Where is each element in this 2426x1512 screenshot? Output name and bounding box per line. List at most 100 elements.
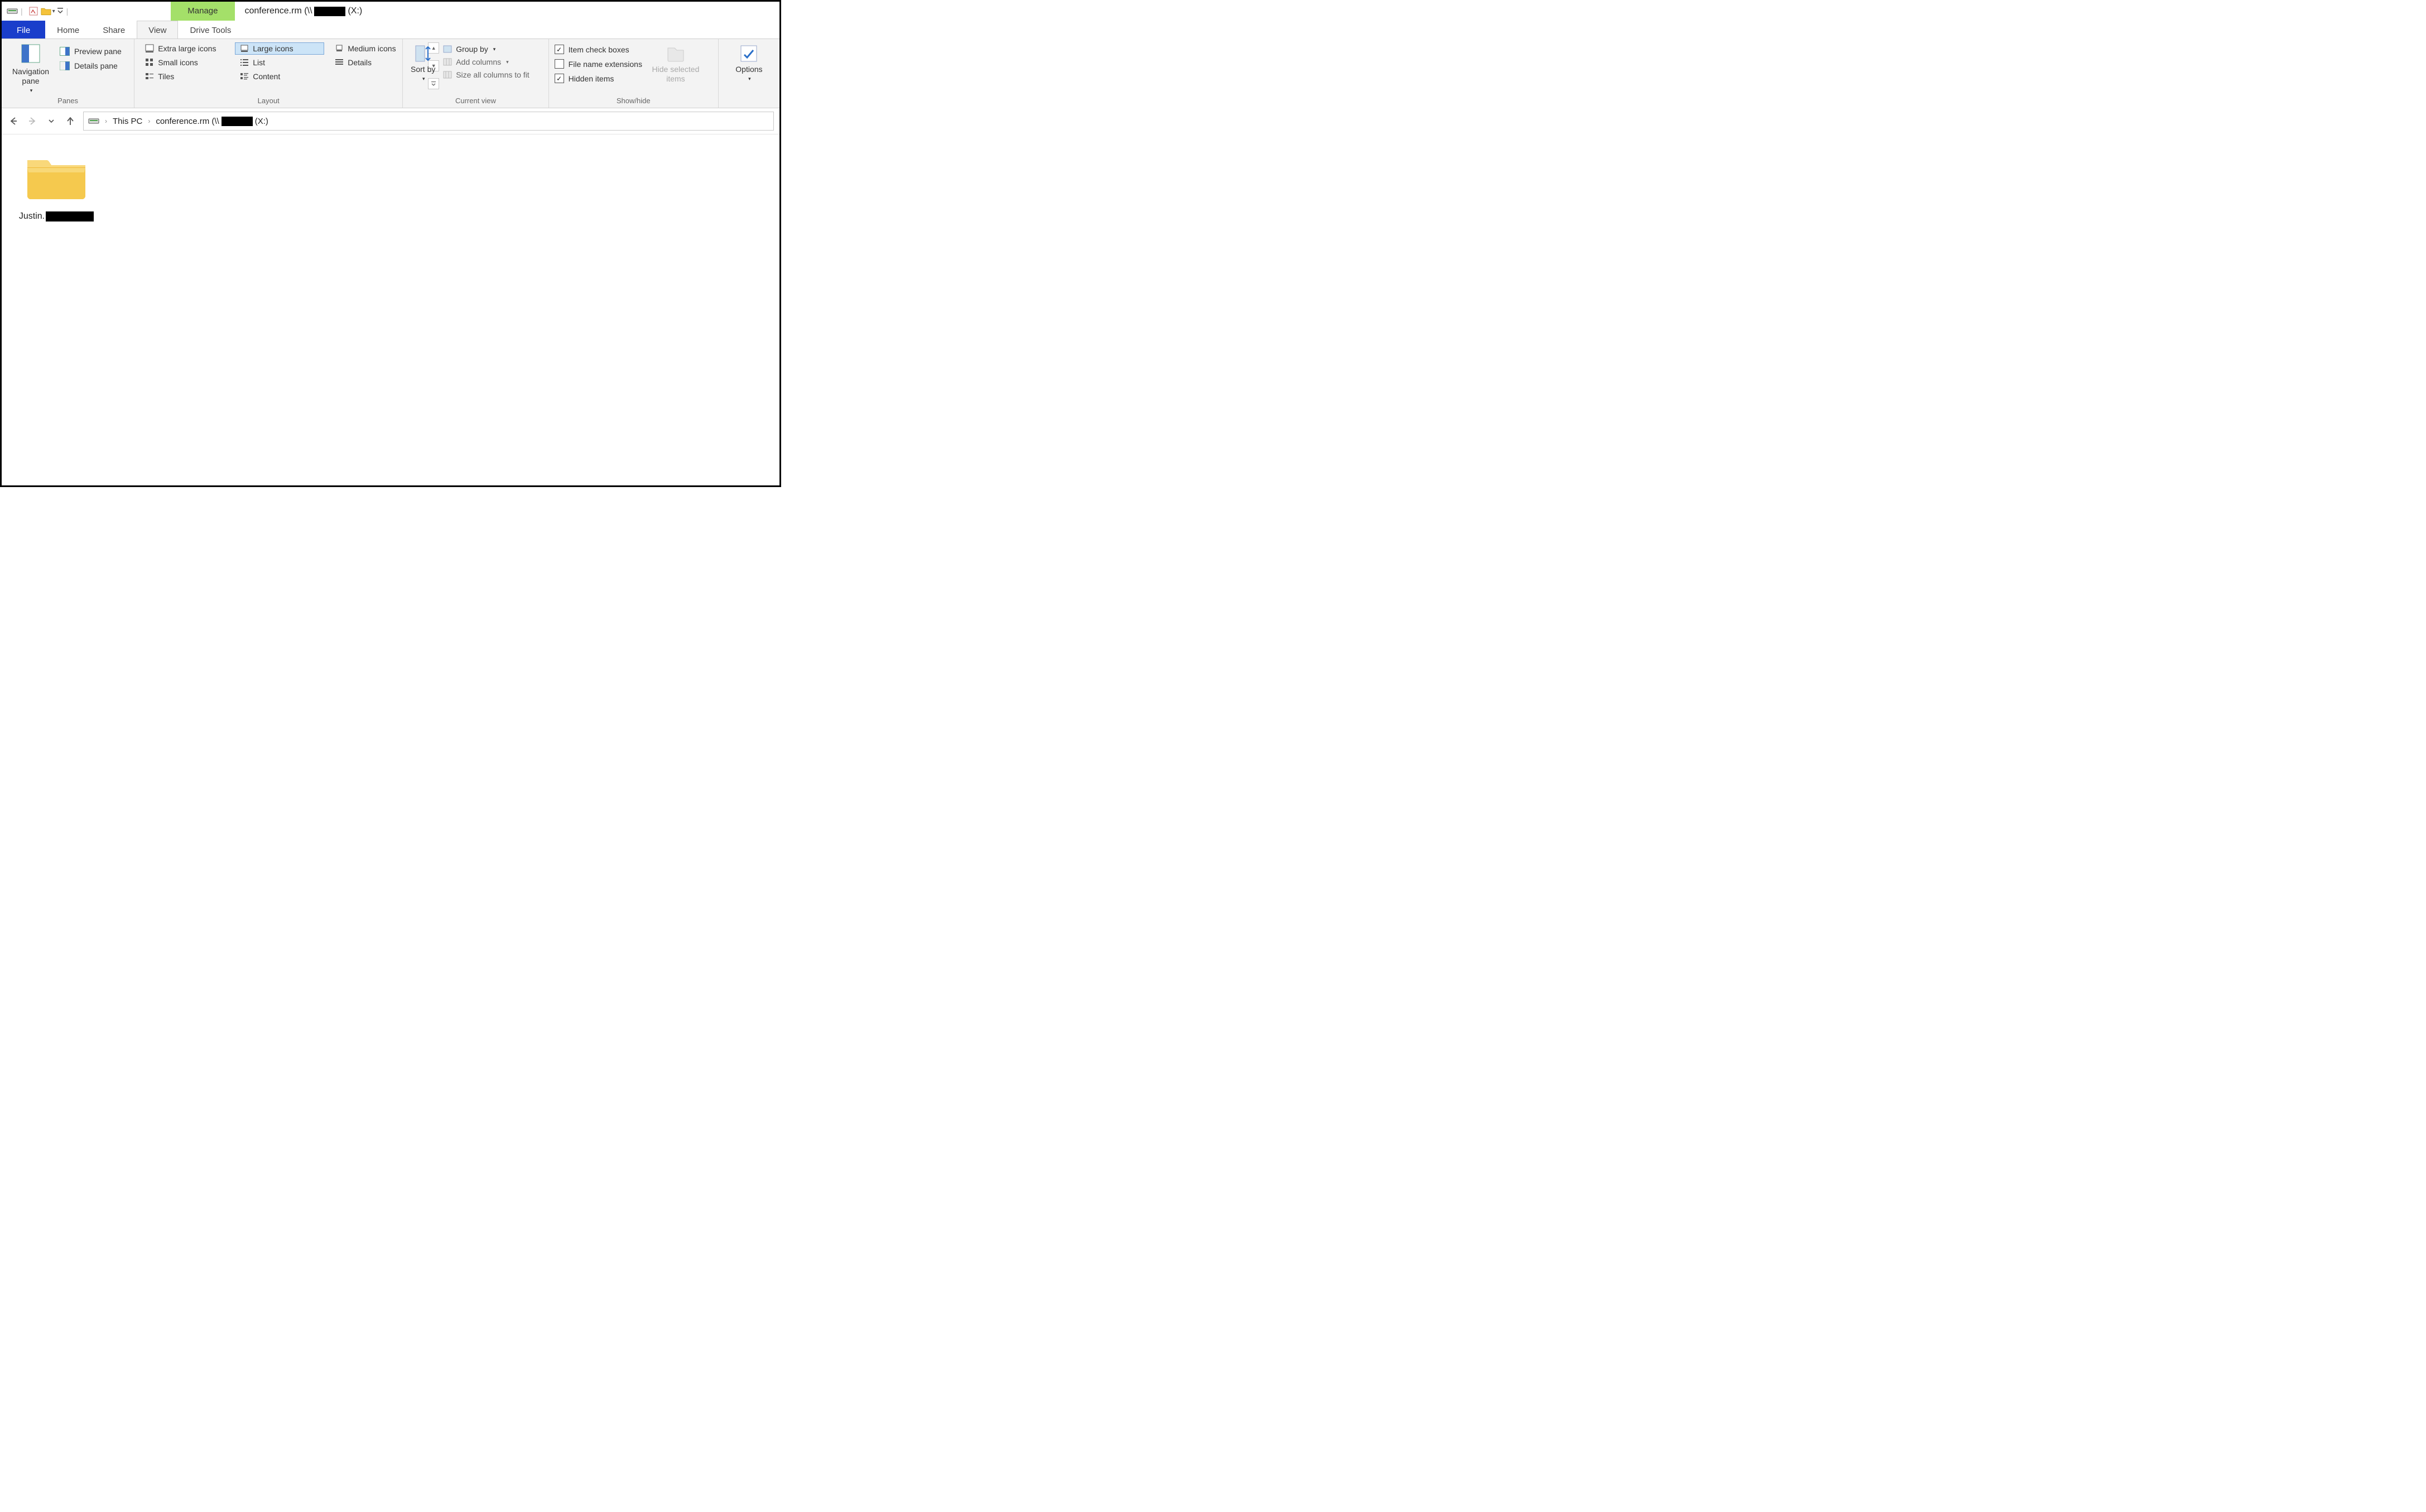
navigation-pane-label: Navigation pane bbox=[7, 67, 54, 86]
contextual-tab-manage[interactable]: Manage bbox=[171, 2, 234, 21]
options-label: Options bbox=[735, 65, 762, 74]
ribbon-group-show-hide: Item check boxes File name extensions Hi… bbox=[549, 39, 719, 108]
ribbon-tab-strip: File Home Share View Drive Tools bbox=[2, 21, 779, 38]
medium-icons-icon bbox=[335, 44, 344, 53]
qat-separator-2: | bbox=[66, 7, 69, 16]
tab-view[interactable]: View bbox=[137, 21, 178, 38]
extra-large-icons-icon bbox=[145, 44, 154, 53]
view-list[interactable]: List bbox=[235, 56, 324, 69]
view-tiles-label: Tiles bbox=[158, 72, 174, 81]
navigation-pane-icon bbox=[20, 42, 42, 65]
back-button[interactable] bbox=[7, 115, 20, 127]
window-title-suffix: (X:) bbox=[348, 6, 362, 16]
file-name-extensions-label: File name extensions bbox=[569, 60, 642, 69]
group-label-current-view: Current view bbox=[408, 95, 542, 107]
add-columns-button[interactable]: Add columns▾ bbox=[443, 57, 530, 66]
breadcrumb-drive-suffix: (X:) bbox=[255, 117, 268, 126]
group-by-label: Group by bbox=[456, 45, 488, 54]
options-icon bbox=[738, 42, 760, 65]
hidden-items-label: Hidden items bbox=[569, 74, 614, 83]
view-medium-icons-label: Medium icons bbox=[348, 44, 396, 53]
navigation-pane-button[interactable]: Navigation pane▾ bbox=[7, 42, 54, 95]
chevron-down-icon bbox=[47, 117, 55, 125]
folder-item-label: Justin. bbox=[19, 211, 94, 221]
folder-item[interactable]: Justin. bbox=[12, 150, 101, 221]
view-content[interactable]: Content bbox=[235, 70, 324, 83]
hide-selected-label-2: items bbox=[666, 74, 685, 84]
recent-locations-button[interactable] bbox=[45, 115, 57, 127]
ribbon-group-panes: Navigation pane▾ Preview pane Details pa… bbox=[2, 39, 134, 108]
view-large-icons-label: Large icons bbox=[253, 44, 293, 53]
preview-pane-button[interactable]: Preview pane bbox=[60, 47, 122, 56]
sort-by-button[interactable]: Sort by▾ bbox=[408, 42, 437, 84]
file-name-extensions-toggle[interactable]: File name extensions bbox=[555, 59, 642, 69]
qat-drive-icon[interactable] bbox=[5, 4, 20, 18]
large-icons-icon bbox=[240, 44, 249, 53]
group-label-panes: Panes bbox=[7, 95, 128, 107]
tab-file[interactable]: File bbox=[2, 21, 45, 38]
title-bar: | ▾ | Manage conference.rm (\\ (X:) bbox=[2, 2, 779, 21]
tab-drive-tools[interactable]: Drive Tools bbox=[178, 21, 243, 38]
tab-share[interactable]: Share bbox=[91, 21, 137, 38]
window-title-prefix: conference.rm (\\ bbox=[245, 6, 312, 16]
breadcrumb-chevron-icon[interactable]: › bbox=[105, 117, 107, 125]
qat-folder-icon[interactable]: ▾ bbox=[41, 4, 55, 18]
view-tiles[interactable]: Tiles bbox=[140, 70, 229, 83]
ribbon-group-options: Options▾ bbox=[719, 39, 779, 108]
quick-access-toolbar: | ▾ | bbox=[5, 4, 71, 18]
ribbon-group-current-view: Sort by▾ Group by▾ Add columns▾ Size all… bbox=[403, 39, 548, 108]
view-large-icons[interactable]: Large icons bbox=[235, 42, 324, 55]
add-columns-icon bbox=[443, 58, 452, 66]
ribbon-group-layout: Extra large icons Small icons Tiles Larg… bbox=[134, 39, 403, 108]
redacted-server bbox=[222, 117, 253, 126]
size-columns-icon bbox=[443, 71, 452, 79]
up-button[interactable] bbox=[64, 115, 76, 127]
list-icon bbox=[240, 58, 249, 67]
window-title: conference.rm (\\ (X:) bbox=[245, 6, 363, 16]
breadcrumb-chevron-icon[interactable]: › bbox=[148, 117, 150, 125]
details-pane-button[interactable]: Details pane bbox=[60, 61, 122, 70]
folder-icon bbox=[23, 150, 90, 204]
qat-customize-button[interactable] bbox=[55, 4, 65, 18]
hidden-items-toggle[interactable]: Hidden items bbox=[555, 74, 642, 83]
tab-home[interactable]: Home bbox=[45, 21, 91, 38]
checkbox-icon bbox=[555, 45, 564, 54]
forward-button[interactable] bbox=[26, 115, 38, 127]
preview-pane-icon bbox=[60, 47, 70, 56]
item-check-boxes-toggle[interactable]: Item check boxes bbox=[555, 45, 642, 54]
breadcrumb-this-pc[interactable]: This PC bbox=[113, 117, 142, 126]
folder-content-area[interactable]: Justin. bbox=[2, 134, 779, 485]
navigation-bar: › This PC › conference.rm (\\ (X:) bbox=[2, 108, 779, 134]
details-pane-icon bbox=[60, 61, 70, 70]
qat-properties-icon[interactable] bbox=[26, 4, 41, 18]
size-all-columns-button[interactable]: Size all columns to fit bbox=[443, 70, 530, 79]
folder-name-prefix: Justin. bbox=[19, 211, 45, 221]
group-by-button[interactable]: Group by▾ bbox=[443, 45, 530, 54]
view-extra-large-icons[interactable]: Extra large icons bbox=[140, 42, 229, 55]
sort-by-label: Sort by bbox=[411, 65, 435, 74]
checkbox-icon bbox=[555, 74, 564, 83]
view-details-label: Details bbox=[348, 58, 372, 67]
size-all-columns-label: Size all columns to fit bbox=[456, 70, 530, 79]
address-bar[interactable]: › This PC › conference.rm (\\ (X:) bbox=[83, 112, 774, 131]
group-label-show-hide: Show/hide bbox=[555, 95, 713, 107]
qat-separator: | bbox=[21, 7, 23, 16]
content-icon bbox=[240, 72, 249, 81]
breadcrumb-drive-prefix: conference.rm (\\ bbox=[156, 117, 219, 126]
view-small-icons[interactable]: Small icons bbox=[140, 56, 229, 69]
hide-selected-icon bbox=[665, 42, 687, 65]
breadcrumb-drive[interactable]: conference.rm (\\ (X:) bbox=[156, 117, 268, 126]
checkbox-icon bbox=[555, 59, 564, 69]
arrow-left-icon bbox=[8, 116, 18, 126]
view-extra-large-icons-label: Extra large icons bbox=[158, 44, 216, 53]
group-label-options bbox=[724, 95, 774, 107]
options-button[interactable]: Options▾ bbox=[729, 42, 768, 84]
hide-selected-items-button[interactable]: Hide selected items bbox=[648, 42, 704, 84]
item-check-boxes-label: Item check boxes bbox=[569, 45, 629, 54]
tiles-icon bbox=[145, 72, 154, 81]
redacted-server bbox=[314, 7, 345, 16]
arrow-up-icon bbox=[65, 116, 75, 126]
view-small-icons-label: Small icons bbox=[158, 58, 198, 67]
hide-selected-label-1: Hide selected bbox=[652, 65, 700, 74]
view-list-label: List bbox=[253, 58, 265, 67]
